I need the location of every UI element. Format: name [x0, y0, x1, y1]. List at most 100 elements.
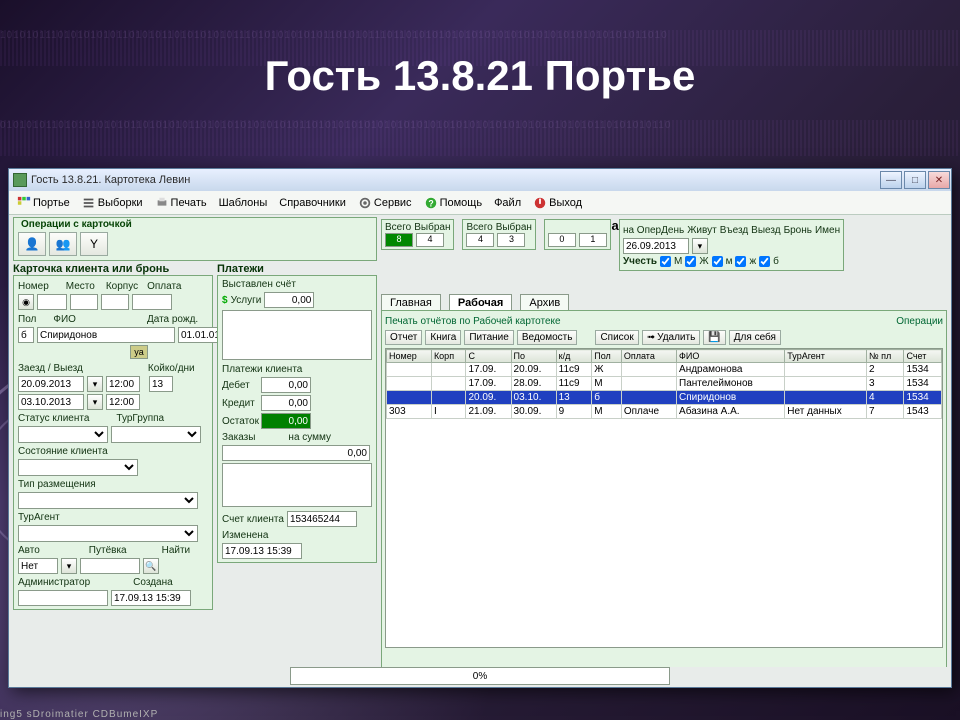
stats-2: ВсегоВыбран 43: [462, 219, 535, 250]
kredit-field[interactable]: [261, 395, 311, 411]
kartoteka-grid[interactable]: НомерКорпСПок/дПолОплатаФИОТурАгент№ плС…: [385, 348, 943, 648]
grid-col[interactable]: По: [511, 350, 556, 363]
stat-sel: 4: [416, 233, 444, 247]
svg-text:?: ?: [428, 198, 433, 208]
naiti-btn[interactable]: 🔍: [143, 558, 159, 574]
close-button[interactable]: ✕: [928, 171, 950, 189]
chk-m2[interactable]: [712, 256, 723, 267]
date-picker-icon[interactable]: ▾: [87, 394, 103, 410]
menu-vyhod[interactable]: Выход: [529, 194, 586, 212]
card-or-bron-label: Карточка клиента или бронь: [13, 263, 213, 275]
menu-servis[interactable]: Сервис: [354, 194, 416, 212]
btn-kniga[interactable]: Книга: [425, 330, 461, 345]
debet-field[interactable]: [261, 377, 311, 393]
operday-date-drop[interactable]: ▾: [692, 238, 708, 254]
nomer-field[interactable]: [37, 294, 67, 310]
menu-vyborki[interactable]: Выборки: [78, 194, 147, 212]
grid-col[interactable]: к/д: [556, 350, 592, 363]
zaezd-in-date[interactable]: [18, 376, 84, 392]
grid-col[interactable]: С: [466, 350, 511, 363]
tab-main[interactable]: Главная: [381, 294, 441, 311]
oplata-field[interactable]: [132, 294, 172, 310]
grid-col[interactable]: ТурАгент: [785, 350, 867, 363]
menu-shablony[interactable]: Шаблоны: [215, 195, 272, 211]
btn-pitanie[interactable]: Питание: [464, 330, 513, 345]
btn-otchet[interactable]: Отчет: [385, 330, 422, 345]
table-row[interactable]: 17.09.28.09.11с9МПантелеймонов31534: [387, 377, 942, 391]
nomer-lookup-btn[interactable]: ◉: [18, 294, 34, 310]
admin-field[interactable]: [18, 590, 108, 606]
chk-m[interactable]: [660, 256, 671, 267]
avto-drop[interactable]: ▾: [61, 558, 77, 574]
grid-col[interactable]: Корп: [431, 350, 466, 363]
btn-vedomost[interactable]: Ведомость: [517, 330, 578, 345]
menu-spravochniki[interactable]: Справочники: [275, 195, 350, 211]
grid-col[interactable]: Пол: [592, 350, 622, 363]
kartoteka-panel: Печать отчётов по Рабочей картотеке Опер…: [381, 310, 947, 667]
sostoyanie-select[interactable]: [18, 459, 138, 476]
grid-col[interactable]: Счет: [904, 350, 942, 363]
tipraz-select[interactable]: [18, 492, 198, 509]
chk-b[interactable]: [759, 256, 770, 267]
btn-save-icon[interactable]: 💾: [703, 330, 725, 345]
card-ops-group: Операции с карточкой 👤 👥 Y: [13, 217, 377, 261]
pol-field[interactable]: [18, 327, 34, 343]
grid-col[interactable]: Оплата: [621, 350, 676, 363]
footer: 0%: [9, 667, 951, 685]
korpus-field[interactable]: [101, 294, 129, 310]
uslugi-field[interactable]: [264, 292, 314, 308]
uslugi-list[interactable]: [222, 310, 372, 360]
zaezd-out-time[interactable]: [106, 394, 140, 410]
grid-col[interactable]: № пл: [866, 350, 903, 363]
menu-pomosch[interactable]: ?Помощь: [420, 194, 487, 212]
op-btn-y[interactable]: Y: [80, 232, 108, 256]
left-column: Операции с карточкой 👤 👥 Y Карточка клие…: [9, 215, 379, 667]
op-btn-1[interactable]: 👤: [18, 232, 46, 256]
menubar: Портье Выборки Печать Шаблоны Справочник…: [9, 191, 951, 215]
fio-field[interactable]: [37, 327, 175, 343]
zaezd-in-time[interactable]: [106, 376, 140, 392]
tab-work[interactable]: Рабочая: [449, 294, 512, 311]
zakazy-list[interactable]: [222, 463, 372, 507]
operday-date[interactable]: [623, 238, 689, 254]
titlebar: Гость 13.8.21. Картотека Левин — □ ✕: [9, 169, 951, 191]
izmenena-field[interactable]: [222, 543, 302, 559]
menu-pechat[interactable]: Печать: [151, 194, 211, 212]
zaezd-out-date[interactable]: [18, 394, 84, 410]
tabs: Главная Рабочая Архив: [381, 293, 947, 310]
koiko-field[interactable]: [149, 376, 173, 392]
turgroup-select[interactable]: [111, 426, 201, 443]
btn-dlyasebya[interactable]: Для себя: [729, 330, 781, 345]
schet-field[interactable]: [287, 511, 357, 527]
tab-archive[interactable]: Архив: [520, 294, 569, 311]
progress-bar: 0%: [290, 667, 670, 685]
grid-col[interactable]: Номер: [387, 350, 432, 363]
putevka-field[interactable]: [80, 558, 140, 574]
binary-decor: 0101010110101010101011010101011010101010…: [0, 120, 960, 156]
app-window: Гость 13.8.21. Картотека Левин — □ ✕ Пор…: [8, 168, 952, 688]
sozdana-field[interactable]: [111, 590, 191, 606]
grid-col[interactable]: ФИО: [677, 350, 785, 363]
status-select[interactable]: [18, 426, 108, 443]
op-btn-2[interactable]: 👥: [49, 232, 77, 256]
chk-zh2[interactable]: [735, 256, 746, 267]
minimize-button[interactable]: —: [880, 171, 902, 189]
menu-file[interactable]: Файл: [490, 195, 525, 211]
payments-title: Платежи: [217, 263, 377, 275]
date-picker-icon[interactable]: ▾: [87, 376, 103, 392]
table-row[interactable]: 303I21.09.30.09.9МОплачеАбазина А.А.Нет …: [387, 405, 942, 419]
app-icon: [13, 173, 27, 187]
nasummu-field[interactable]: [222, 445, 370, 461]
table-row[interactable]: 17.09.20.09.11с9ЖАндрамонова21534: [387, 363, 942, 377]
btn-udalit[interactable]: ➟Удалить: [642, 330, 701, 345]
turagent-select[interactable]: [18, 525, 198, 542]
table-row[interactable]: 20.09.03.10.13бСпиридонов41534: [387, 391, 942, 405]
chk-zh[interactable]: [685, 256, 696, 267]
ostatok-field[interactable]: [261, 413, 311, 429]
maximize-button[interactable]: □: [904, 171, 926, 189]
avto-field[interactable]: [18, 558, 58, 574]
btn-spisok[interactable]: Список: [595, 330, 638, 345]
mesto-field[interactable]: [70, 294, 98, 310]
ua-btn[interactable]: уа: [130, 345, 148, 359]
menu-portie[interactable]: Портье: [13, 194, 74, 212]
